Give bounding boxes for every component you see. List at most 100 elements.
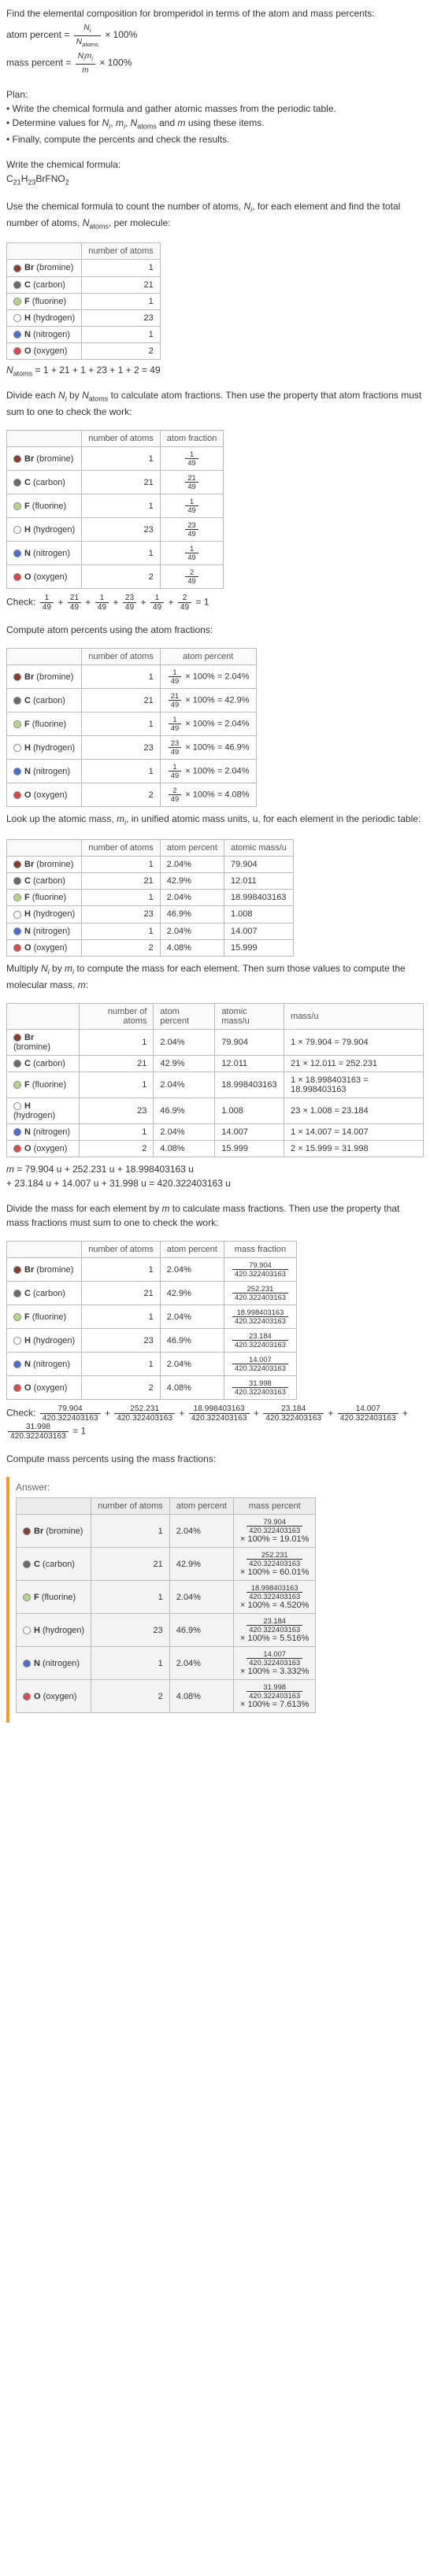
table-row: O (oxygen)2249 × 100% = 4.08%	[7, 783, 257, 807]
element-color-dot	[13, 697, 21, 705]
element-color-dot	[13, 1102, 21, 1110]
element-color-dot	[13, 298, 21, 305]
table-row: O (oxygen)2249	[7, 565, 224, 589]
atom-percent-table: number of atomsatom percent Br (bromine)…	[6, 648, 257, 807]
element-cell: F (fluorine)	[7, 1071, 80, 1097]
element-color-dot	[13, 1360, 21, 1368]
element-cell: O (oxygen)	[7, 1376, 82, 1400]
table-row: Br (bromine)12.04%79.904420.322403163× 1…	[17, 1515, 316, 1548]
element-color-dot	[23, 1693, 31, 1701]
plan-heading: Plan:	[6, 87, 424, 102]
element-color-dot	[13, 347, 21, 355]
element-color-dot	[13, 526, 21, 534]
element-cell: O (oxygen)	[7, 565, 82, 589]
table-row: Br (bromine)12.04%79.904	[7, 857, 294, 873]
table-row: Br (bromine)1149	[7, 447, 224, 471]
table-row: F (fluorine)12.04%18.9984031631 × 18.998…	[7, 1071, 424, 1097]
element-cell: H (hydrogen)	[7, 736, 82, 760]
element-color-dot	[23, 1527, 31, 1535]
element-color-dot	[13, 1266, 21, 1274]
table-row: N (nitrogen)1149 × 100% = 2.04%	[7, 760, 257, 783]
element-color-dot	[13, 927, 21, 935]
element-cell: N (nitrogen)	[7, 760, 82, 783]
table-row: F (fluorine)12.04%18.998403163420.322403…	[17, 1581, 316, 1614]
formula-section: Write the chemical formula: C21H23BrFNO2	[6, 157, 424, 188]
element-color-dot	[13, 455, 21, 463]
element-cell: H (hydrogen)	[17, 1614, 91, 1647]
element-cell: O (oxygen)	[7, 342, 82, 359]
element-cell: F (fluorine)	[7, 293, 82, 309]
plan-bullet-2: • Determine values for Ni, mi, Natoms an…	[6, 116, 424, 132]
element-color-dot	[23, 1627, 31, 1634]
element-cell: N (nitrogen)	[7, 1124, 80, 1141]
table-row: F (fluorine)12.04%18.998403163	[7, 890, 294, 906]
table-row: Br (bromine)12.04%79.904420.322403163	[7, 1258, 297, 1282]
mass-per-element-table: number of atomsatom percentatomic mass/u…	[6, 1003, 424, 1158]
table-row: N (nitrogen)12.04%14.0071 × 14.007 = 14.…	[7, 1124, 424, 1141]
element-cell: Br (bromine)	[7, 447, 82, 471]
molecular-mass-total: m = 79.904 u + 252.231 u + 18.998403163 …	[6, 1162, 424, 1190]
natoms-total: Natoms = 1 + 21 + 1 + 23 + 1 + 2 = 49	[6, 365, 424, 377]
element-color-dot	[13, 1337, 21, 1345]
check-mass-fractions: Check: 79.904420.322403163 + 252.231420.…	[6, 1405, 424, 1441]
element-cell: C (carbon)	[17, 1548, 91, 1581]
chemical-formula: C21H23BrFNO2	[6, 172, 424, 188]
table-row: N (nitrogen)1149	[7, 542, 224, 565]
element-color-dot	[13, 673, 21, 681]
element-cell: H (hydrogen)	[7, 1097, 80, 1123]
table-row: N (nitrogen)1	[7, 326, 161, 342]
element-color-dot	[13, 502, 21, 510]
intro: Find the elemental composition for bromp…	[6, 6, 424, 76]
table-row: C (carbon)2142.9%12.011	[7, 873, 294, 890]
table-row: H (hydrogen)232349	[7, 518, 224, 542]
mass-percent-intro: Compute mass percents using the mass fra…	[6, 1452, 424, 1466]
element-cell: H (hydrogen)	[7, 906, 82, 923]
element-color-dot	[23, 1560, 31, 1568]
element-color-dot	[13, 1060, 21, 1068]
element-color-dot	[13, 1313, 21, 1321]
table-row: H (hydrogen)232349 × 100% = 46.9%	[7, 736, 257, 760]
element-cell: C (carbon)	[7, 471, 82, 494]
element-color-dot	[13, 265, 21, 272]
element-color-dot	[13, 877, 21, 885]
answer-box: Answer: number of atomsatom percentmass …	[6, 1477, 424, 1723]
element-color-dot	[13, 720, 21, 728]
element-color-dot	[13, 744, 21, 752]
divide-intro: Divide each Ni by Natoms to calculate at…	[6, 388, 424, 419]
element-cell: O (oxygen)	[17, 1680, 91, 1713]
element-cell: H (hydrogen)	[7, 518, 82, 542]
element-cell: F (fluorine)	[17, 1581, 91, 1614]
table-row: F (fluorine)12.04%18.998403163420.322403…	[7, 1305, 297, 1329]
element-color-dot	[13, 1290, 21, 1297]
table-row: C (carbon)2142.9%12.01121 × 12.011 = 252…	[7, 1055, 424, 1071]
element-color-dot	[13, 331, 21, 339]
table-row: O (oxygen)24.08%15.9992 × 15.999 = 31.99…	[7, 1141, 424, 1157]
check-atom-fractions: Check: 149 + 2149 + 149 + 2349 + 149 + 2…	[6, 594, 424, 612]
table-row: H (hydrogen)2346.9%23.184420.322403163× …	[17, 1614, 316, 1647]
formula-heading: Write the chemical formula:	[6, 157, 424, 172]
element-cell: F (fluorine)	[7, 1305, 82, 1329]
atomic-mass-table: number of atomsatom percentatomic mass/u…	[6, 839, 294, 957]
count-intro: Use the chemical formula to count the nu…	[6, 199, 424, 232]
table-row: O (oxygen)24.08%15.999	[7, 939, 294, 956]
element-cell: Br (bromine)	[7, 1029, 80, 1055]
element-color-dot	[13, 281, 21, 289]
table-row: F (fluorine)1	[7, 293, 161, 309]
answer-label: Answer:	[16, 1482, 417, 1493]
element-cell: N (nitrogen)	[7, 542, 82, 565]
element-cell: Br (bromine)	[7, 665, 82, 689]
element-color-dot	[13, 894, 21, 901]
element-color-dot	[13, 1145, 21, 1153]
element-cell: N (nitrogen)	[7, 923, 82, 939]
atoms-count-table: number of atoms Br (bromine)1C (carbon)2…	[6, 242, 161, 360]
table-row: F (fluorine)1149	[7, 494, 224, 518]
element-cell: F (fluorine)	[7, 890, 82, 906]
mass-intro: Look up the atomic mass, mi, in unified …	[6, 812, 424, 828]
element-cell: Br (bromine)	[7, 260, 82, 276]
element-cell: Br (bromine)	[7, 857, 82, 873]
table-row: H (hydrogen)2346.9%23.184420.322403163	[7, 1329, 297, 1353]
element-cell: Br (bromine)	[17, 1515, 91, 1548]
element-color-dot	[13, 911, 21, 919]
element-cell: C (carbon)	[7, 689, 82, 712]
table-row: C (carbon)21	[7, 276, 161, 293]
